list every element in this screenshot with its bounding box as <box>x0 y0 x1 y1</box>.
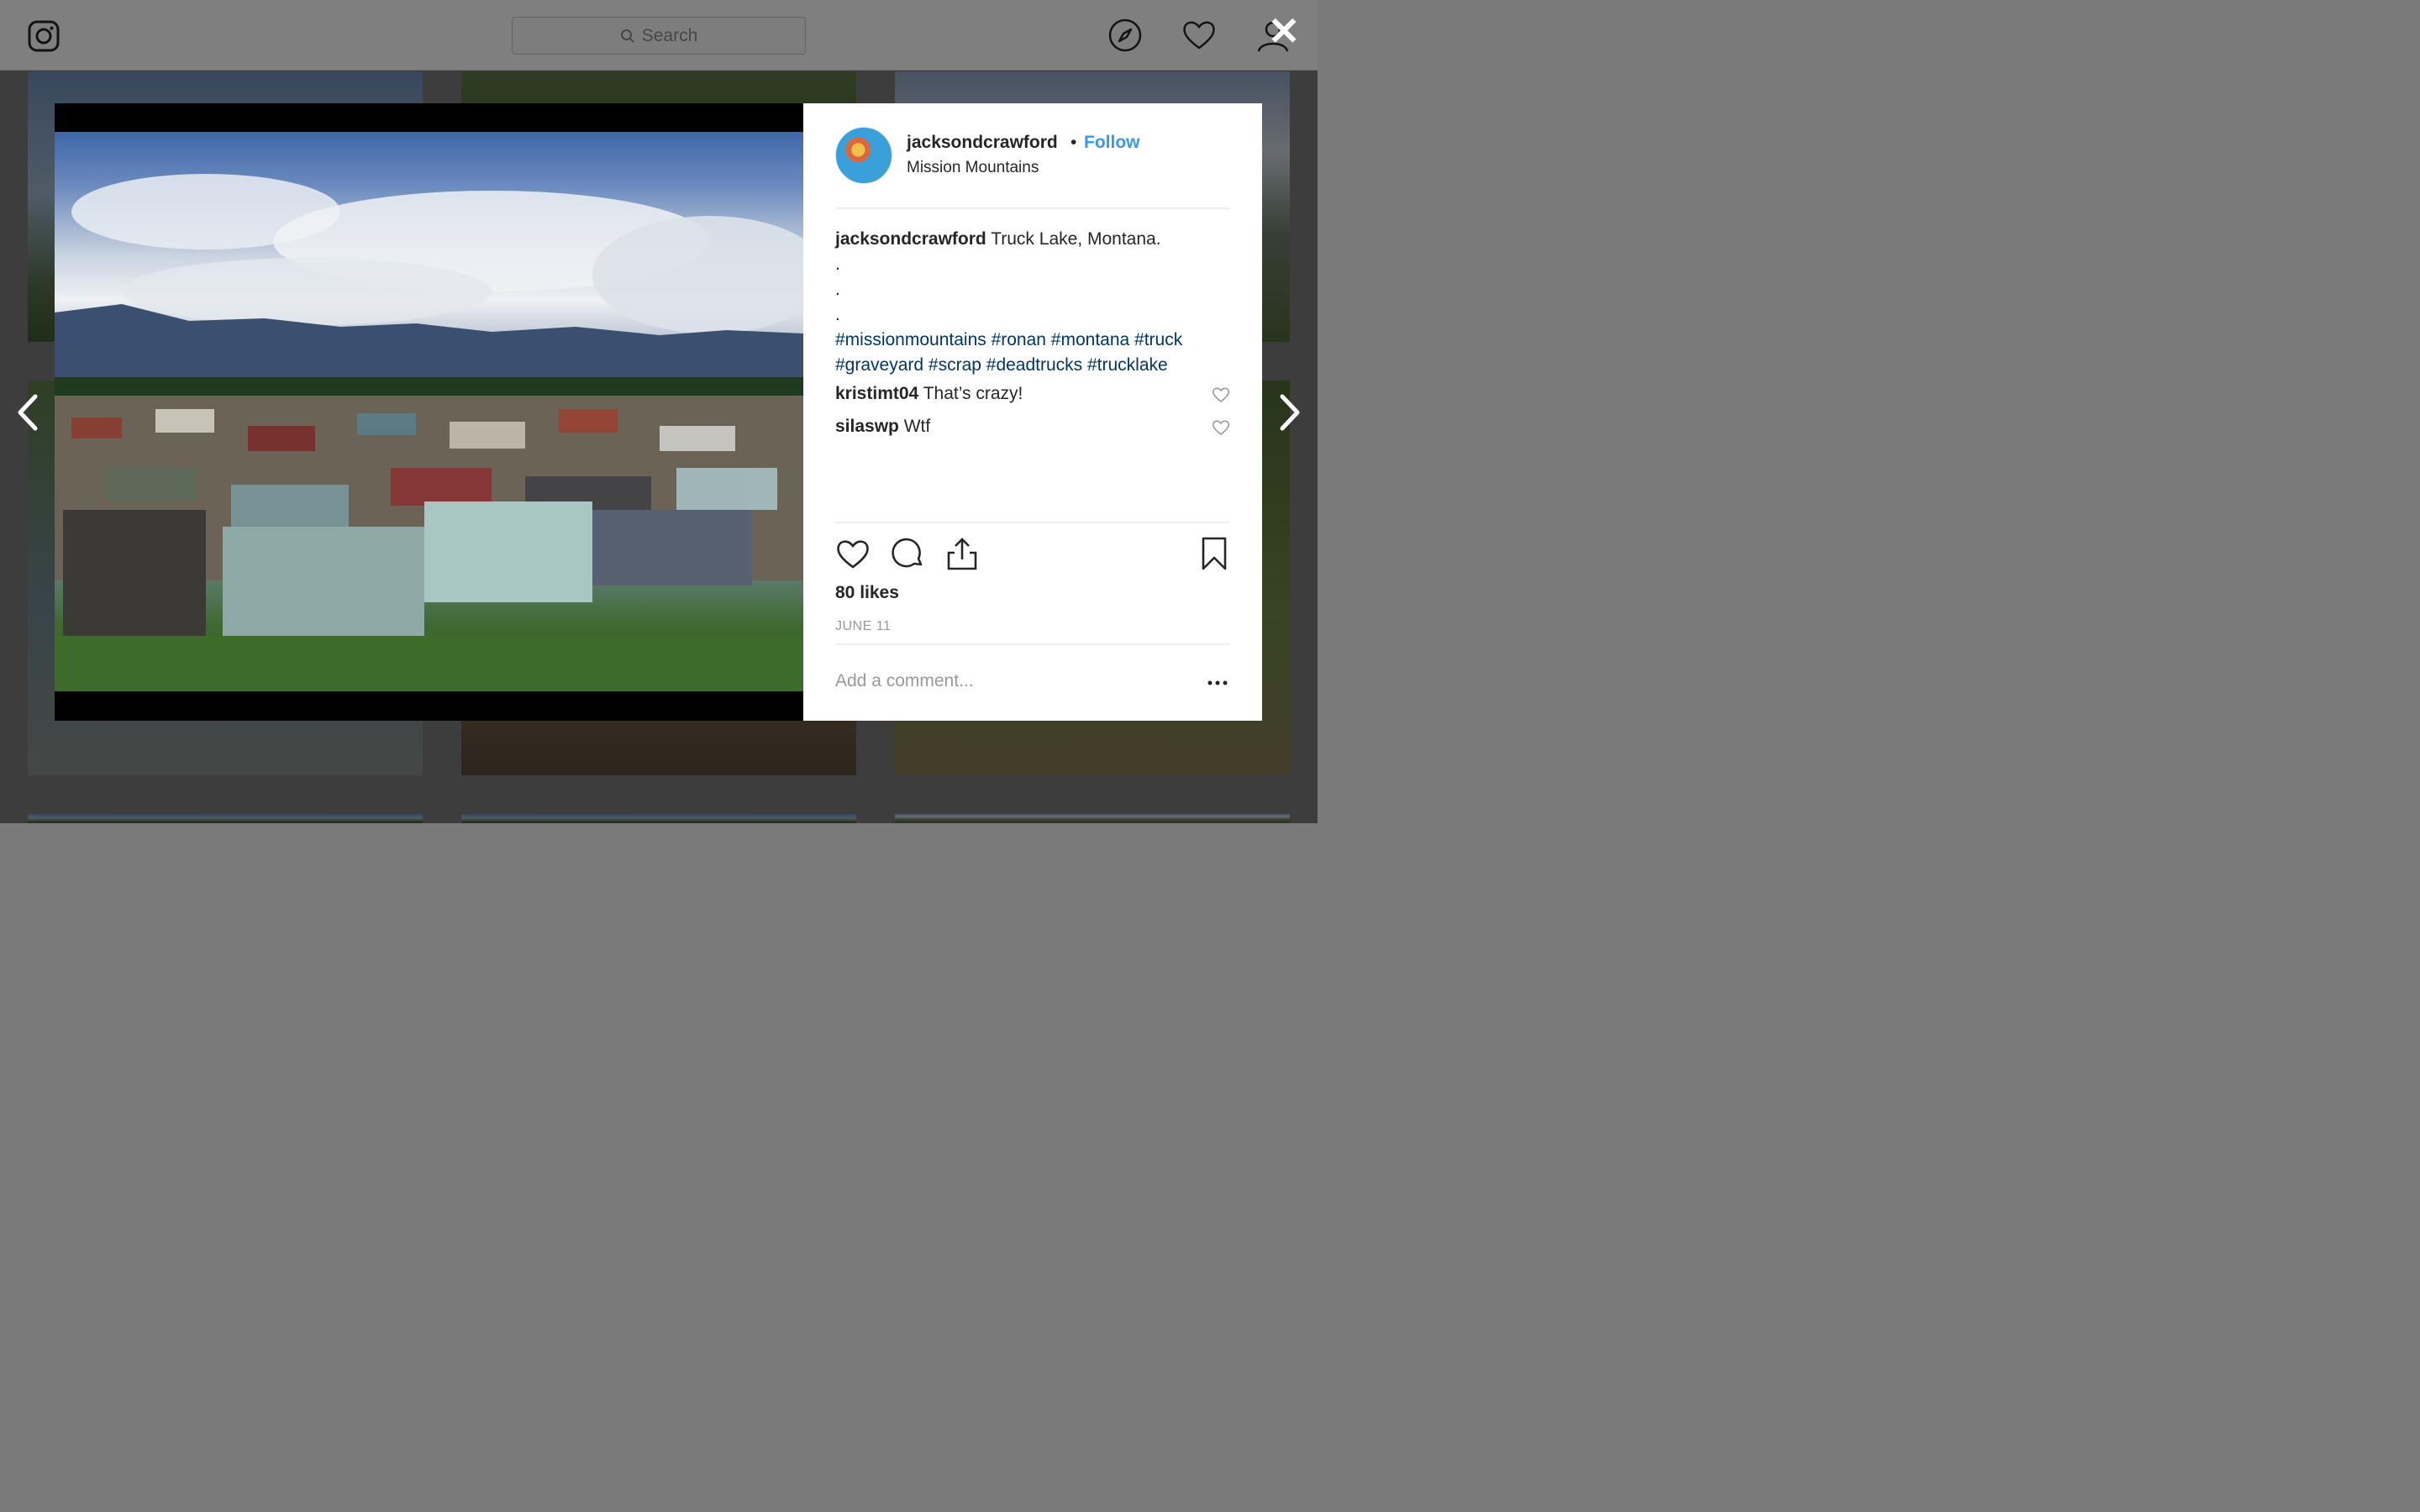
header-divider <box>835 207 1230 209</box>
caption-text: Truck Lake, Montana. <box>991 229 1161 249</box>
share-icon[interactable] <box>944 536 980 571</box>
avatar[interactable] <box>835 127 892 184</box>
like-heart-icon[interactable] <box>835 536 871 571</box>
post-details-panel: jacksondcrawford • Follow Mission Mounta… <box>803 103 1262 721</box>
comment-like-heart-icon[interactable] <box>1212 386 1230 404</box>
comment-divider <box>835 643 1230 645</box>
comment-like-heart-icon[interactable] <box>1212 418 1230 437</box>
post-location[interactable]: Mission Mountains <box>907 159 1039 177</box>
previous-post-arrow-icon[interactable] <box>15 393 40 432</box>
comment-text: Wtf <box>903 417 931 436</box>
caption-hashtags[interactable]: #missionmountains #ronan #montana #truck <box>835 328 1230 353</box>
post-header: jacksondcrawford • Follow Mission Mounta… <box>835 127 1230 186</box>
caption-dot: . <box>835 255 840 274</box>
post-date: JUNE 11 <box>835 619 892 633</box>
comment-username[interactable]: kristimt04 <box>835 384 918 403</box>
comment-bubble-icon[interactable] <box>891 536 926 571</box>
like-count[interactable]: 80 likes <box>835 583 899 603</box>
caption-dot: . <box>835 280 840 299</box>
more-options-icon[interactable] <box>1205 675 1230 691</box>
bookmark-icon[interactable] <box>1197 536 1232 571</box>
follow-button[interactable]: Follow <box>1084 133 1140 153</box>
caption-hashtags[interactable]: #graveyard #scrap #deadtrucks #trucklake <box>835 353 1230 378</box>
separator-dot: • <box>1071 133 1077 152</box>
close-button[interactable]: ✕ <box>1267 12 1301 50</box>
comment-item: kristimt04 That’s crazy! <box>835 384 1230 409</box>
next-post-arrow-icon[interactable] <box>1277 393 1302 432</box>
post-actions <box>835 536 1230 573</box>
comment-text: That’s crazy! <box>923 384 1023 403</box>
post-author-username[interactable]: jacksondcrawford <box>907 133 1058 153</box>
post-caption: jacksondcrawford Truck Lake, Montana. . … <box>835 227 1230 378</box>
photo-pane <box>55 103 803 721</box>
comment-username[interactable]: silaswp <box>835 417 899 436</box>
add-comment-input[interactable]: Add a comment... <box>835 671 974 691</box>
post-photo[interactable] <box>55 132 803 691</box>
post-modal: jacksondcrawford • Follow Mission Mounta… <box>55 103 1262 721</box>
comment-item: silaswp Wtf <box>835 417 1230 442</box>
caption-username[interactable]: jacksondcrawford <box>835 229 986 249</box>
caption-dot: . <box>835 305 840 324</box>
actions-divider <box>835 522 1230 523</box>
